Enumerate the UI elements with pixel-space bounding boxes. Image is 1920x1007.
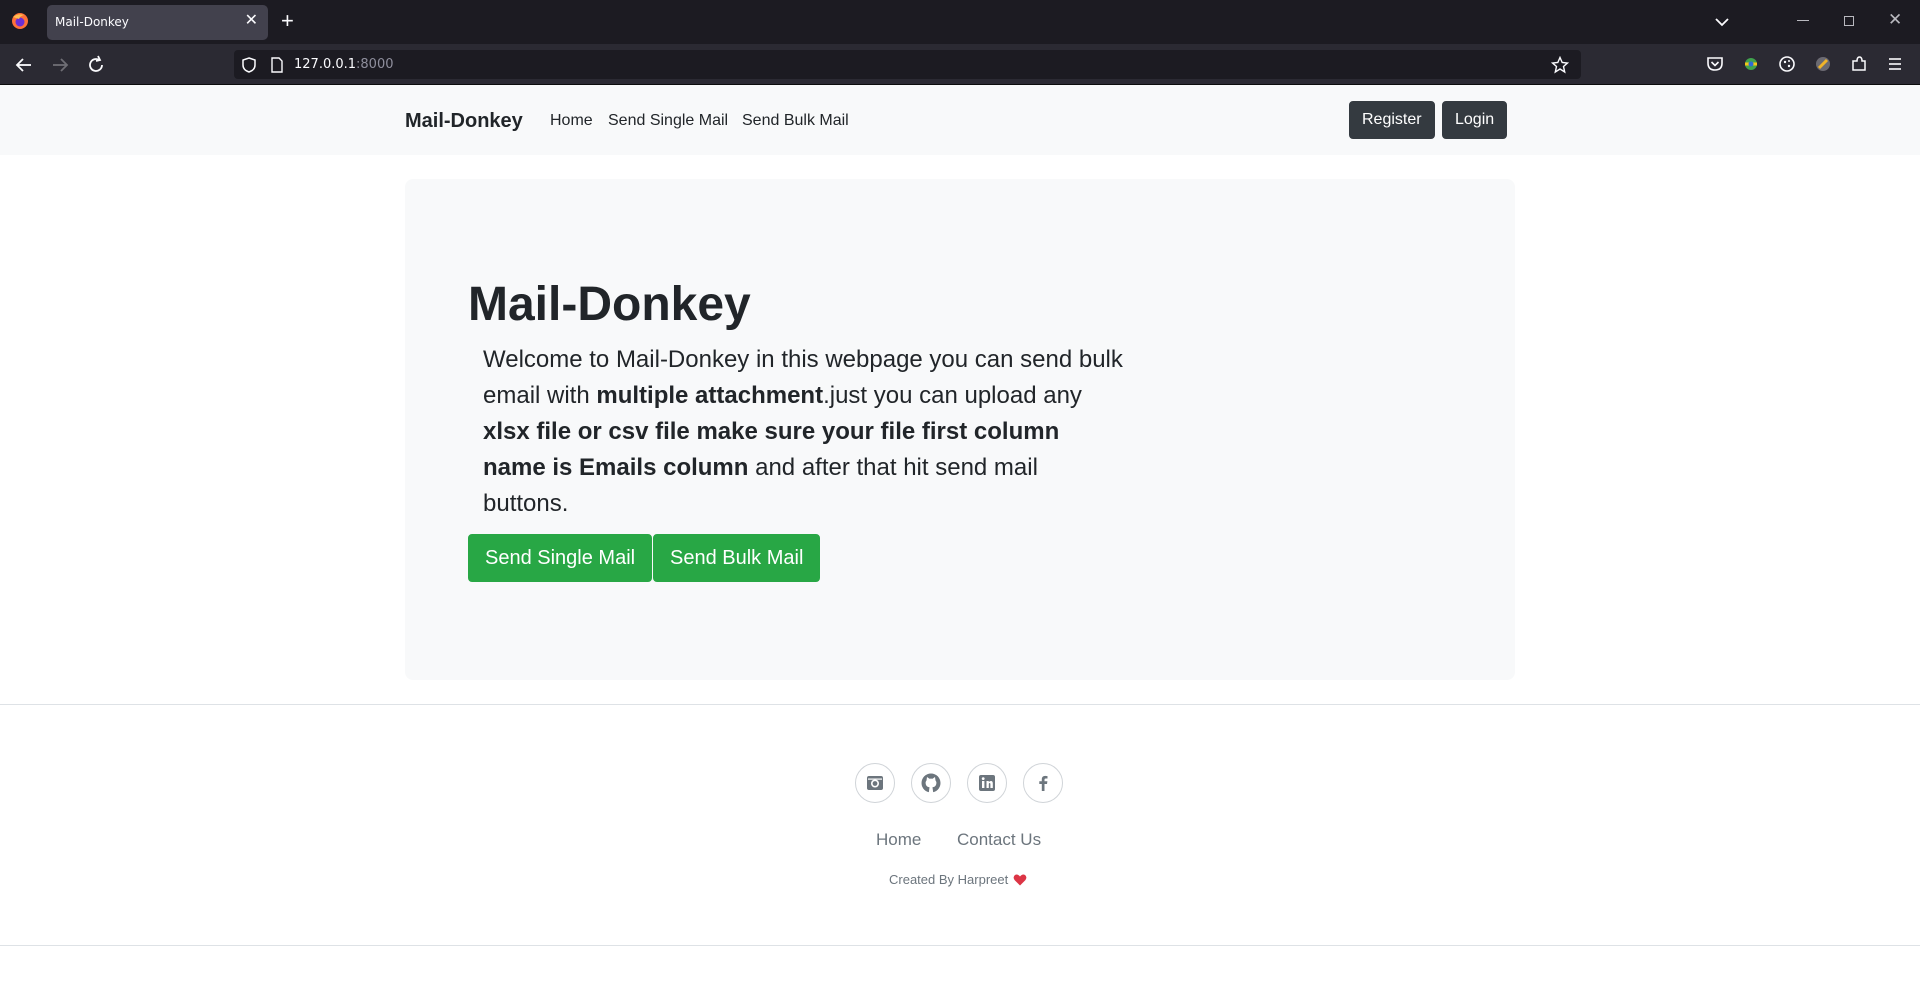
new-tab-icon[interactable]: + (281, 9, 294, 33)
hero-description: Welcome to Mail-Donkey in this webpage y… (483, 342, 1123, 522)
page-viewport: Mail-Donkey Home Send Single Mail Send B… (0, 85, 1920, 1007)
send-single-mail-button[interactable]: Send Single Mail (468, 534, 653, 582)
footer-bottom-divider (0, 945, 1920, 946)
url-bar[interactable]: 127.0.0.1:8000 (234, 50, 1581, 79)
firefox-icon (12, 13, 28, 29)
nav-link-home[interactable]: Home (550, 112, 593, 130)
forward-icon[interactable] (49, 54, 71, 76)
cookie-icon[interactable] (1777, 54, 1797, 74)
url-text: 127.0.0.1:8000 (294, 57, 394, 72)
hero-title: Mail-Donkey (468, 278, 751, 331)
heart-icon (1013, 874, 1027, 886)
github-icon[interactable] (911, 763, 951, 803)
footer-link-contact-us[interactable]: Contact Us (957, 830, 1041, 850)
window-close-icon[interactable]: ✕ (1888, 10, 1902, 30)
footer-credit: Created By Harpreet (889, 872, 1009, 887)
hero-jumbotron: Mail-Donkey Welcome to Mail-Donkey in th… (405, 179, 1515, 680)
send-bulk-mail-button[interactable]: Send Bulk Mail (653, 534, 821, 582)
minimize-icon[interactable] (1797, 20, 1809, 21)
extension-pen-icon[interactable] (1813, 54, 1833, 74)
extension-colorful-icon[interactable] (1741, 54, 1761, 74)
tab-title: Mail-Donkey (55, 15, 129, 29)
reload-icon[interactable] (85, 54, 107, 76)
browser-tab-active[interactable]: Mail-Donkey ✕ (47, 5, 268, 40)
login-button[interactable]: Login (1442, 101, 1508, 139)
url-port: :8000 (356, 57, 394, 72)
nav-link-send-single-mail[interactable]: Send Single Mail (608, 112, 728, 130)
restore-icon[interactable] (1844, 16, 1854, 26)
site-navbar: Mail-Donkey Home Send Single Mail Send B… (0, 85, 1920, 155)
shield-icon[interactable] (240, 56, 258, 74)
register-button[interactable]: Register (1349, 101, 1435, 139)
hamburger-menu-icon[interactable] (1885, 54, 1905, 74)
extensions-puzzle-icon[interactable] (1849, 54, 1869, 74)
linkedin-icon[interactable] (967, 763, 1007, 803)
navbar-brand[interactable]: Mail-Donkey (405, 110, 523, 133)
browser-tab-bar: Mail-Donkey ✕ + ✕ (0, 0, 1920, 44)
hero-text-2: .just you can upload any (823, 382, 1082, 409)
back-icon[interactable] (13, 54, 35, 76)
footer-divider (0, 704, 1920, 705)
hero-bold-1: multiple attachment (596, 382, 824, 409)
tab-close-icon[interactable]: ✕ (245, 12, 258, 30)
chevron-down-icon[interactable] (1711, 12, 1733, 32)
pocket-icon[interactable] (1705, 54, 1725, 74)
instagram-icon[interactable] (855, 763, 895, 803)
page-icon (271, 57, 283, 73)
bookmark-star-icon[interactable] (1551, 56, 1569, 74)
nav-link-send-bulk-mail[interactable]: Send Bulk Mail (742, 112, 849, 130)
browser-toolbar: 127.0.0.1:8000 (0, 44, 1920, 85)
facebook-icon[interactable] (1023, 763, 1063, 803)
footer-link-home[interactable]: Home (876, 830, 921, 850)
url-host: 127.0.0.1 (294, 57, 357, 72)
